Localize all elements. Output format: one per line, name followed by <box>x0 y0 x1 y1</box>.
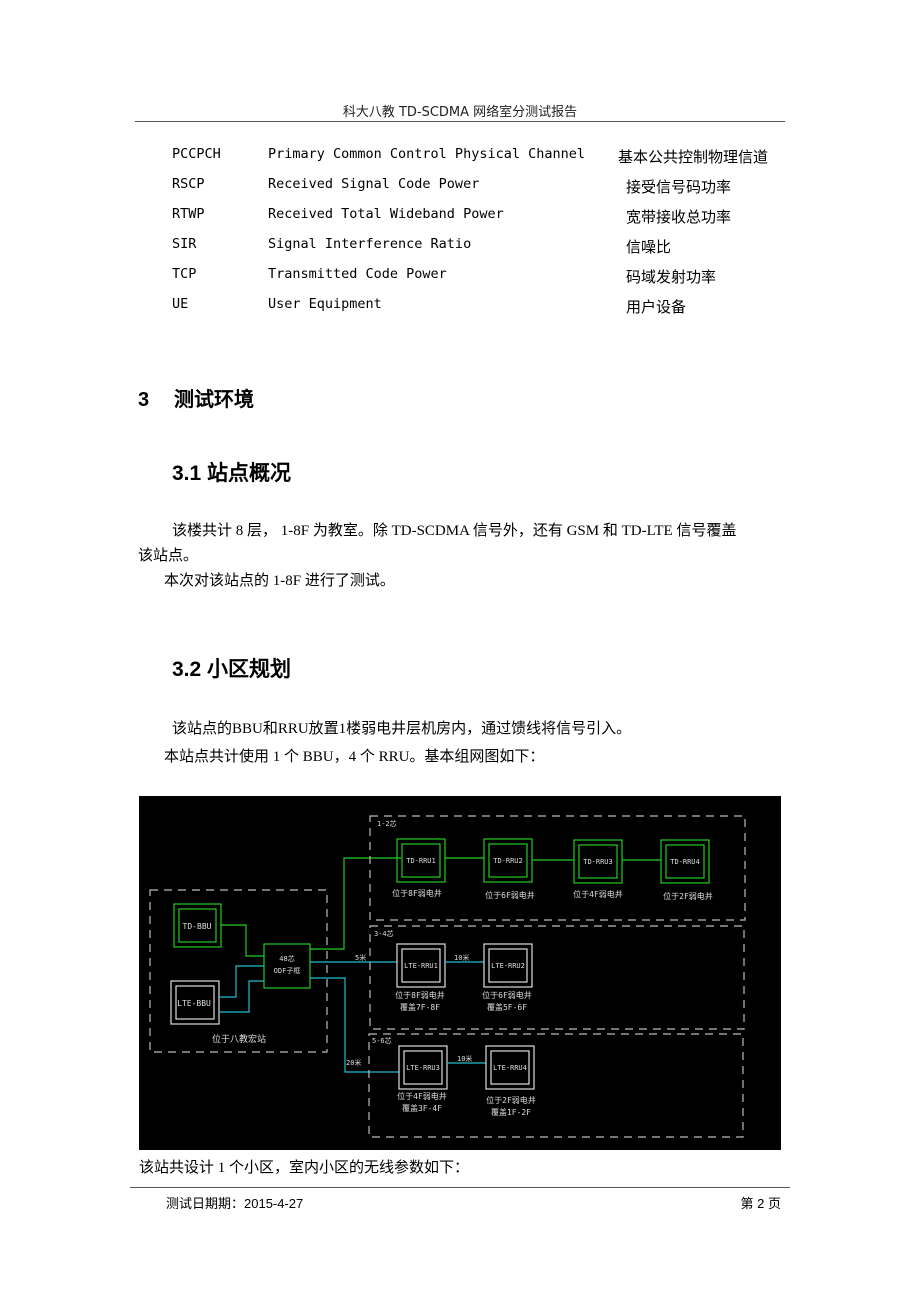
td-rru-label: TD-RRU3 <box>583 858 613 866</box>
lte-rru-1: LTE-RRU1 位于8F弱电井 覆盖7F-8F <box>395 943 446 1012</box>
lte-rru-coverage: 覆盖3F-4F <box>402 1103 442 1113</box>
abbreviation-row: RSCP Received Signal Code Power 接受信号码功率 <box>172 176 812 198</box>
footer-rule <box>130 1187 790 1188</box>
abbreviation-full: Received Total Wideband Power <box>268 206 504 222</box>
abbreviation-code: PCCPCH <box>172 146 221 162</box>
paragraph-cell-design: 该站共设计 1 个小区，室内小区的无线参数如下： <box>139 1160 470 1176</box>
lte-rru-label: LTE-RRU3 <box>406 1064 440 1072</box>
abbreviation-row: UE User Equipment 用户设备 <box>172 296 812 318</box>
paragraph-test-scope: 本次对该站点的 1-8F 进行了测试。 <box>164 573 395 589</box>
abbreviation-full: User Equipment <box>268 296 382 312</box>
odf-label-line1: 48芯 <box>279 954 294 963</box>
paragraph-network-summary: 本站点共计使用 1 个 BBU，4 个 RRU。基本组网图如下： <box>164 749 545 765</box>
abbreviation-code: TCP <box>172 266 197 282</box>
lte-rru-location: 位于2F弱电井 <box>486 1095 536 1105</box>
td-rru-label: TD-RRU4 <box>670 858 700 866</box>
abbreviation-code: SIR <box>172 236 197 252</box>
header-rule <box>135 121 785 122</box>
section-heading-3-2: 3.2 小区规划 <box>172 658 292 681</box>
section-number: 3 <box>138 389 150 411</box>
td-rru-location: 位于4F弱电井 <box>573 889 623 899</box>
paragraph-site-overview-line1: 该楼共计 8 层， 1-8F 为教室。除 TD-SCDMA 信号外，还有 GSM… <box>172 523 737 539</box>
distance-10m-a: 10米 <box>454 953 469 962</box>
td-rru-location: 位于2F弱电井 <box>663 891 713 901</box>
td-bbu-label: TD-BBU <box>183 922 212 931</box>
lte-rru-3: LTE-RRU3 位于4F弱电井 覆盖3F-4F <box>397 1045 448 1113</box>
lte-rru-coverage: 覆盖7F-8F <box>400 1002 440 1012</box>
lte-rru-location: 位于8F弱电井 <box>395 990 445 1000</box>
group-3-4-label: 3-4芯 <box>374 929 394 938</box>
lte-rru-coverage: 覆盖1F-2F <box>491 1107 531 1117</box>
diagram-canvas: 位于八教宏站 TD-BBU LTE-BBU 48芯 ODF子框 5米 20米 1… <box>149 815 746 1138</box>
abbreviation-row: PCCPCH Primary Common Control Physical C… <box>172 146 812 168</box>
abbreviation-full: Signal Interference Ratio <box>268 236 472 252</box>
site-boundary <box>149 889 328 1053</box>
lte-rru-2: LTE-RRU2 位于6F弱电井 覆盖5F-6F <box>482 943 533 1012</box>
td-rru-4: TD-RRU4 位于2F弱电井 <box>660 839 713 901</box>
section-heading-3: 3 测试环境 <box>138 383 254 412</box>
td-rru-1: TD-RRU1 位于8F弱电井 <box>392 838 446 898</box>
lte-rru-label: LTE-RRU1 <box>404 962 438 970</box>
abbreviation-full: Received Signal Code Power <box>268 176 480 192</box>
footer-page-number: 第 2 页 <box>740 1196 781 1211</box>
network-topology-diagram: 位于八教宏站 TD-BBU LTE-BBU 48芯 ODF子框 5米 20米 1… <box>139 796 781 1150</box>
abbreviation-row: SIR Signal Interference Ratio 信噪比 <box>172 236 812 258</box>
abbreviation-code: RTWP <box>172 206 205 222</box>
section-heading-3-1: 3.1 站点概况 <box>172 462 292 485</box>
document-header-title: 科大八教 TD-SCDMA 网络室分测试报告 <box>342 105 578 120</box>
group-1-2-label: 1-2芯 <box>377 819 397 828</box>
lte-rru-location: 位于4F弱电井 <box>397 1091 447 1101</box>
footer-test-date: 测试日期期：2015-4-27 <box>166 1196 304 1211</box>
td-rru-label: TD-RRU2 <box>493 857 523 865</box>
abbreviation-full: Transmitted Code Power <box>268 266 447 282</box>
site-label: 位于八教宏站 <box>212 1033 266 1045</box>
td-rru-3: TD-RRU3 位于4F弱电井 <box>573 839 623 899</box>
abbreviation-row: RTWP Received Total Wideband Power 宽带接收总… <box>172 206 812 228</box>
distance-10m-b: 10米 <box>457 1054 472 1063</box>
abbreviation-row: TCP Transmitted Code Power 码域发射功率 <box>172 266 812 288</box>
lte-rru-coverage: 覆盖5F-6F <box>487 1002 527 1012</box>
td-rru-location: 位于8F弱电井 <box>392 888 442 898</box>
group-3-4-boundary <box>369 925 745 1030</box>
td-rru-label: TD-RRU1 <box>406 857 436 865</box>
abbreviation-zh: 用户设备 <box>626 298 687 316</box>
odf-box <box>263 943 311 989</box>
paragraph-site-overview-line2: 该站点。 <box>138 548 199 564</box>
odf-label-line2: ODF子框 <box>274 966 301 975</box>
lte-rru-label: LTE-RRU2 <box>491 962 525 970</box>
abbreviation-zh: 信噪比 <box>626 238 672 256</box>
group-5-6-label: 5-6芯 <box>372 1036 392 1045</box>
section-title: 测试环境 <box>174 389 254 411</box>
abbreviation-zh: 宽带接收总功率 <box>626 208 732 226</box>
distance-20m: 20米 <box>346 1058 361 1067</box>
lte-rru-4: LTE-RRU4 位于2F弱电井 覆盖1F-2F <box>485 1045 536 1117</box>
abbreviation-code: UE <box>172 296 189 312</box>
link-td-bbu-odf <box>221 924 264 957</box>
lte-bbu-label: LTE-BBU <box>177 999 211 1008</box>
group-1-2-boundary <box>369 815 746 921</box>
lte-rru-label: LTE-RRU4 <box>493 1064 527 1072</box>
distance-5m: 5米 <box>355 953 366 962</box>
link-odf-lte-rru3 <box>310 977 399 1073</box>
abbreviation-zh: 基本公共控制物理信道 <box>618 148 769 166</box>
group-5-6-boundary <box>368 1033 744 1138</box>
abbreviation-full: Primary Common Control Physical Channel <box>268 146 585 162</box>
td-rru-location: 位于6F弱电井 <box>485 890 535 900</box>
lte-rru-location: 位于6F弱电井 <box>482 990 532 1000</box>
paragraph-bbu-rru-location: 该站点的BBU和RRU放置1楼弱电井层机房内，通过馈线将信号引入。 <box>172 721 632 737</box>
td-rru-2: TD-RRU2 位于6F弱电井 <box>483 838 535 900</box>
abbreviation-code: RSCP <box>172 176 205 192</box>
abbreviation-zh: 码域发射功率 <box>626 268 717 286</box>
abbreviation-zh: 接受信号码功率 <box>626 178 732 196</box>
